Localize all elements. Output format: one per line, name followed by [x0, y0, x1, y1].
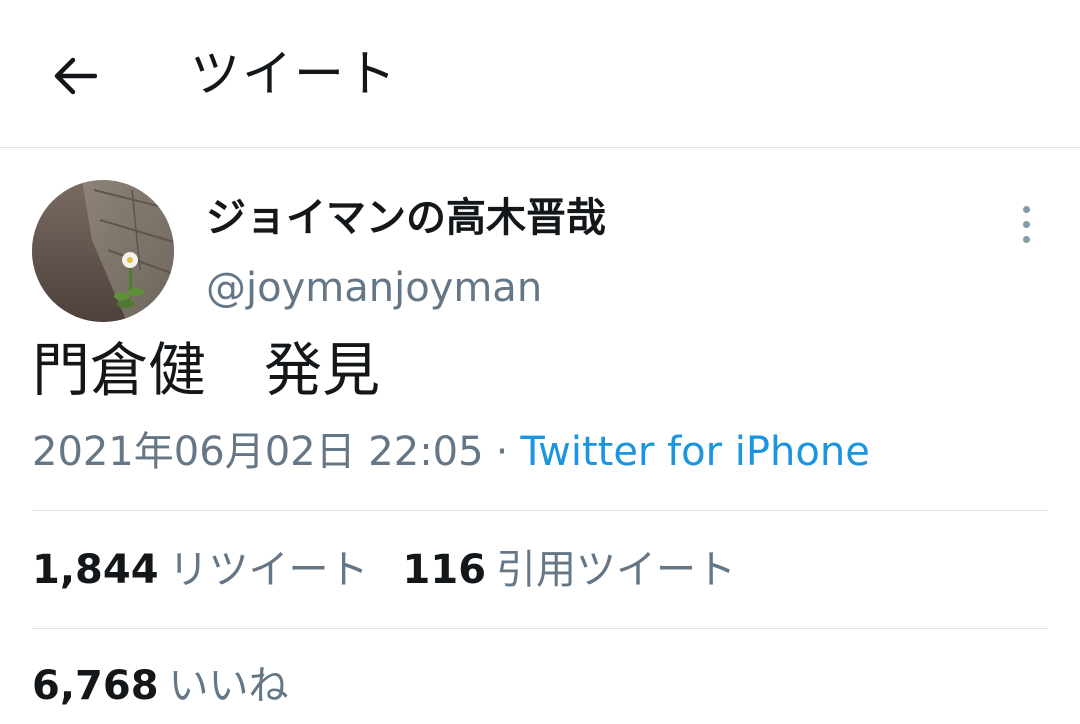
meta-separator: ·	[495, 429, 509, 475]
back-button[interactable]	[44, 46, 104, 106]
tweet-meta: 2021年06月02日 22:05 · Twitter for iPhone	[32, 424, 870, 480]
divider	[32, 510, 1048, 511]
more-dot-icon	[1022, 220, 1030, 228]
tweet-text: 門倉健 発見	[32, 336, 381, 404]
retweets-count: 1,844	[32, 547, 159, 593]
quotes-stat[interactable]: 116 引用ツイート	[403, 542, 737, 598]
tweet-timestamp[interactable]: 2021年06月02日 22:05	[32, 429, 484, 475]
user-handle[interactable]: @joymanjoyman	[206, 260, 542, 316]
page-title: ツイート	[190, 45, 398, 103]
avatar[interactable]	[32, 180, 174, 322]
more-dot-icon	[1022, 205, 1030, 213]
arrow-left-icon	[54, 57, 97, 95]
retweets-label: リツイート	[168, 547, 369, 593]
stats-row-likes: 6,768 いいね	[32, 658, 323, 714]
display-name[interactable]: ジョイマンの高木晋哉	[206, 190, 606, 246]
likes-stat[interactable]: 6,768 いいね	[32, 658, 289, 714]
divider	[32, 628, 1048, 629]
avatar-image	[32, 180, 174, 322]
retweets-stat[interactable]: 1,844 リツイート	[32, 542, 369, 598]
more-options-button[interactable]	[1006, 196, 1046, 252]
likes-count: 6,768	[32, 663, 159, 709]
top-bar: ツイート	[0, 0, 1080, 148]
quotes-label: 引用ツイート	[496, 547, 737, 593]
quotes-count: 116	[402, 547, 487, 593]
likes-label: いいね	[168, 663, 289, 709]
tweet-source-link[interactable]: Twitter for iPhone	[520, 429, 870, 475]
stats-row-retweets: 1,844 リツイート 116 引用ツイート	[32, 542, 770, 598]
more-dot-icon	[1022, 235, 1030, 243]
